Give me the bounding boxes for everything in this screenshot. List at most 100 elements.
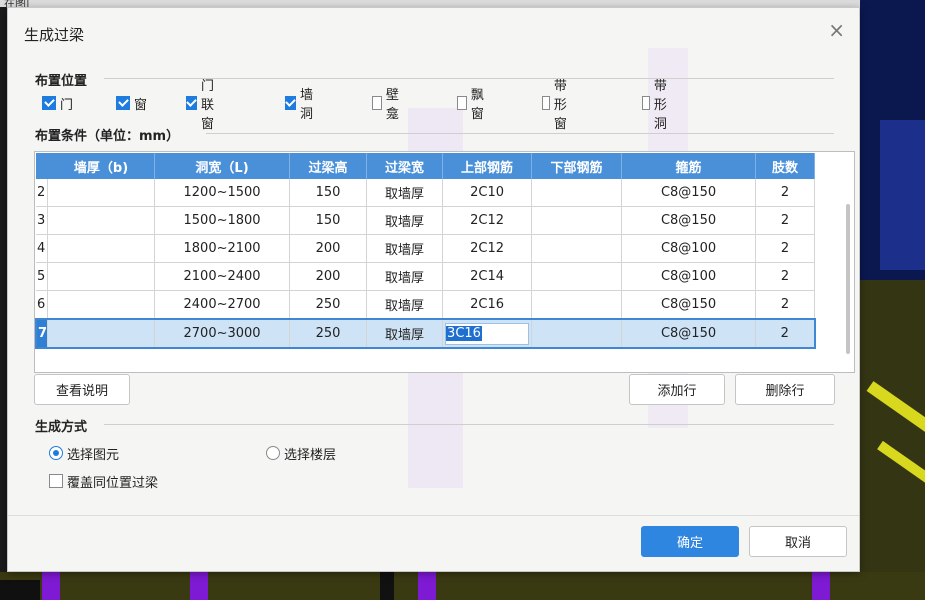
checkbox-icon[interactable] — [49, 474, 63, 488]
cell-wall[interactable] — [47, 234, 156, 263]
checkbox-bay-window[interactable]: 飘窗 — [457, 88, 488, 122]
checkbox-door-window[interactable]: 门联窗 — [186, 79, 217, 132]
table-header-row: 墙厚（b) 洞宽（L) 过梁高 过梁宽 上部钢筋 下部钢筋 箍筋 肢数 — [36, 153, 816, 179]
table-row[interactable]: 3 1500~1800 150 取墙厚 2C12 C8@150 2 — [36, 206, 816, 235]
checkbox-window[interactable]: 窗 — [116, 93, 147, 113]
cell-beam-width[interactable]: 取墙厚 — [366, 318, 444, 349]
checkbox-strip-window[interactable]: 带形窗 — [542, 79, 573, 132]
radio-icon[interactable] — [49, 446, 63, 460]
cell-top-rebar[interactable]: 2C10 — [442, 179, 533, 207]
table-row-selected[interactable]: 7 2700~3000 250 取墙厚 3C16 C8@150 2 — [35, 318, 816, 349]
cell-stirrup[interactable]: C8@150 — [621, 318, 757, 349]
col-bottom-rebar[interactable]: 下部钢筋 — [531, 153, 623, 179]
delete-row-button[interactable]: 删除行 — [735, 374, 835, 405]
cell-wall[interactable] — [47, 179, 156, 207]
cell-top-rebar[interactable]: 2C12 — [442, 206, 533, 235]
table-row[interactable]: 5 2100~2400 200 取墙厚 2C14 C8@100 2 — [36, 262, 816, 291]
cell-legs[interactable]: 2 — [755, 318, 816, 349]
close-icon[interactable]: × — [828, 20, 845, 40]
cell-top-rebar[interactable]: 2C16 — [442, 290, 533, 320]
checkbox-icon[interactable] — [285, 96, 296, 110]
col-lintel-height[interactable]: 过梁高 — [289, 153, 368, 179]
col-wall-thickness[interactable]: 墙厚（b) — [47, 153, 156, 179]
cell-legs[interactable]: 2 — [755, 206, 816, 235]
row-index[interactable]: 7 — [35, 318, 49, 349]
radio-select-element[interactable]: 选择图元 — [49, 443, 119, 463]
checkbox-icon[interactable] — [372, 96, 382, 110]
cell-beam-width[interactable]: 取墙厚 — [366, 262, 444, 291]
cell-height[interactable]: 250 — [289, 318, 368, 349]
cell-beam-width[interactable]: 取墙厚 — [366, 290, 444, 320]
checkbox-label: 门 — [60, 97, 74, 113]
cell-stirrup[interactable]: C8@150 — [621, 290, 757, 320]
table-row[interactable]: 6 2400~2700 250 取墙厚 2C16 C8@150 2 — [36, 290, 816, 320]
cell-height[interactable]: 250 — [289, 290, 368, 320]
checkbox-icon[interactable] — [116, 96, 130, 110]
cell-width[interactable]: 1200~1500 — [154, 179, 291, 207]
cell-beam-width[interactable]: 取墙厚 — [366, 206, 444, 235]
row-index[interactable]: 4 — [36, 234, 49, 263]
table-scrollbar[interactable] — [846, 204, 850, 354]
row-index[interactable]: 5 — [36, 262, 49, 291]
checkbox-icon[interactable] — [642, 96, 650, 110]
cell-legs[interactable]: 2 — [755, 262, 816, 291]
cell-bottom-rebar[interactable] — [531, 234, 623, 263]
cell-bottom-rebar[interactable] — [531, 262, 623, 291]
row-index[interactable]: 3 — [36, 206, 49, 235]
cell-top-rebar[interactable]: 2C12 — [442, 234, 533, 263]
col-lintel-width[interactable]: 过梁宽 — [366, 153, 444, 179]
col-stirrup[interactable]: 箍筋 — [621, 153, 757, 179]
checkbox-niche[interactable]: 壁龛 — [372, 88, 403, 122]
cell-width[interactable]: 2100~2400 — [154, 262, 291, 291]
cell-stirrup[interactable]: C8@150 — [621, 206, 757, 235]
row-index[interactable]: 2 — [36, 179, 49, 207]
cell-legs[interactable]: 2 — [755, 290, 816, 320]
cell-bottom-rebar[interactable] — [531, 318, 623, 349]
checkbox-wall-opening[interactable]: 墙洞 — [285, 88, 316, 122]
radio-icon[interactable] — [266, 446, 280, 460]
cell-wall[interactable] — [47, 318, 156, 349]
col-opening-width[interactable]: 洞宽（L) — [154, 153, 291, 179]
table-row[interactable]: 4 1800~2100 200 取墙厚 2C12 C8@100 2 — [36, 234, 816, 263]
row-index[interactable]: 6 — [36, 290, 49, 320]
cell-height[interactable]: 200 — [289, 234, 368, 263]
cell-stirrup[interactable]: C8@100 — [621, 262, 757, 291]
cell-height[interactable]: 150 — [289, 206, 368, 235]
cancel-button[interactable]: 取消 — [749, 526, 847, 557]
checkbox-strip-opening[interactable]: 带形洞 — [642, 79, 673, 132]
col-legs[interactable]: 肢数 — [755, 153, 816, 179]
add-row-button[interactable]: 添加行 — [629, 374, 725, 405]
cell-width[interactable]: 1500~1800 — [154, 206, 291, 235]
cell-bottom-rebar[interactable] — [531, 179, 623, 207]
cell-stirrup[interactable]: C8@100 — [621, 234, 757, 263]
cell-wall[interactable] — [47, 290, 156, 320]
cell-wall[interactable] — [47, 262, 156, 291]
cell-beam-width[interactable]: 取墙厚 — [366, 179, 444, 207]
cell-bottom-rebar[interactable] — [531, 290, 623, 320]
cell-width[interactable]: 2400~2700 — [154, 290, 291, 320]
ok-button[interactable]: 确定 — [641, 526, 739, 557]
col-top-rebar[interactable]: 上部钢筋 — [442, 153, 533, 179]
cell-stirrup[interactable]: C8@150 — [621, 179, 757, 207]
checkbox-icon[interactable] — [542, 96, 550, 110]
cell-top-rebar-editing[interactable]: 3C16 — [442, 318, 533, 349]
checkbox-overwrite[interactable]: 覆盖同位置过梁 — [49, 471, 158, 491]
checkbox-icon[interactable] — [457, 96, 467, 110]
cell-height[interactable]: 150 — [289, 179, 368, 207]
table-row[interactable]: 2 1200~1500 150 取墙厚 2C10 C8@150 2 — [36, 179, 816, 207]
radio-select-floor[interactable]: 选择楼层 — [266, 443, 336, 463]
cell-legs[interactable]: 2 — [755, 179, 816, 207]
cell-beam-width[interactable]: 取墙厚 — [366, 234, 444, 263]
cell-height[interactable]: 200 — [289, 262, 368, 291]
top-rebar-input[interactable]: 3C16 — [445, 322, 530, 345]
cell-width[interactable]: 2700~3000 — [154, 318, 291, 349]
checkbox-door[interactable]: 门 — [42, 93, 73, 113]
checkbox-icon[interactable] — [186, 96, 197, 110]
cell-width[interactable]: 1800~2100 — [154, 234, 291, 263]
cell-wall[interactable] — [47, 206, 156, 235]
cell-top-rebar[interactable]: 2C14 — [442, 262, 533, 291]
cell-legs[interactable]: 2 — [755, 234, 816, 263]
view-help-button[interactable]: 查看说明 — [34, 374, 130, 405]
cell-bottom-rebar[interactable] — [531, 206, 623, 235]
checkbox-icon[interactable] — [42, 96, 56, 110]
